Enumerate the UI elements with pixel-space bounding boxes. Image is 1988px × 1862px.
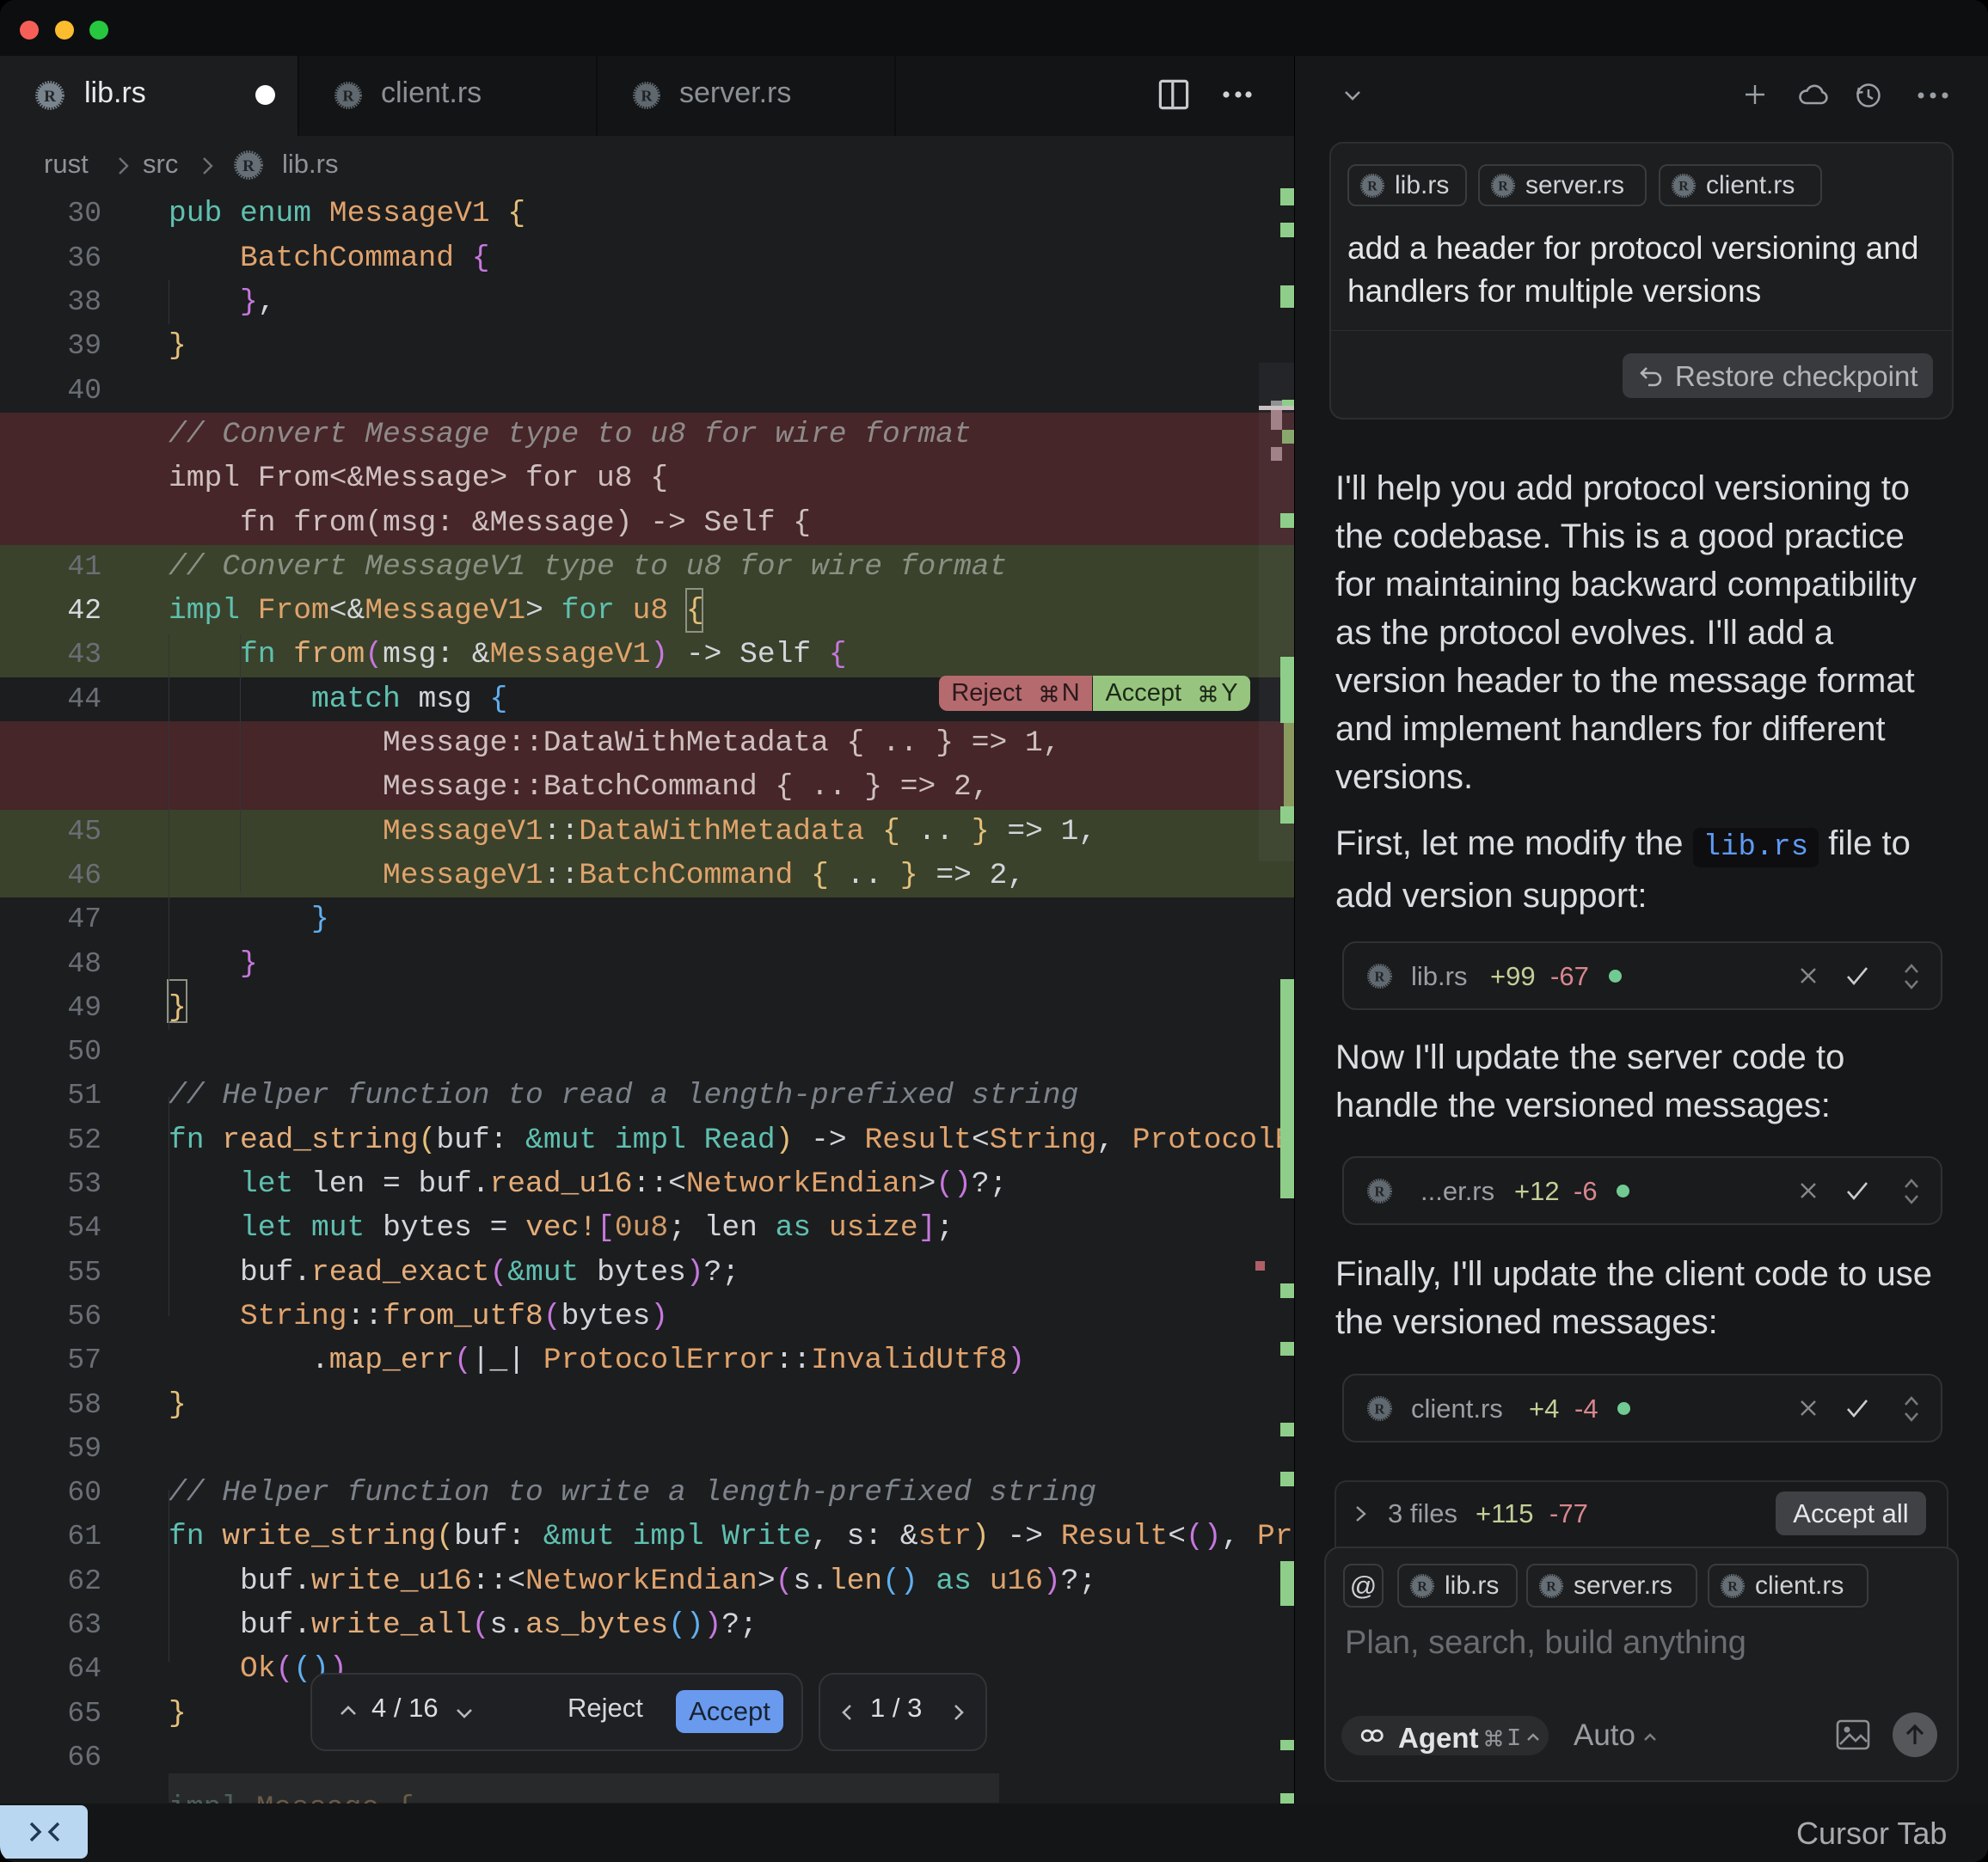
svg-text:R: R <box>44 88 56 106</box>
svg-text:R: R <box>1727 1580 1738 1595</box>
svg-text:R: R <box>1678 180 1689 194</box>
svg-text:R: R <box>1546 1580 1556 1595</box>
svg-text:R: R <box>1417 1580 1427 1595</box>
svg-text:R: R <box>242 157 255 175</box>
svg-text:R: R <box>342 87 354 104</box>
svg-text:R: R <box>1367 180 1377 194</box>
svg-text:R: R <box>1498 180 1508 194</box>
svg-text:R: R <box>1375 968 1386 984</box>
svg-text:R: R <box>1375 1183 1386 1199</box>
svg-text:R: R <box>1375 1400 1386 1417</box>
svg-text:R: R <box>641 87 653 104</box>
